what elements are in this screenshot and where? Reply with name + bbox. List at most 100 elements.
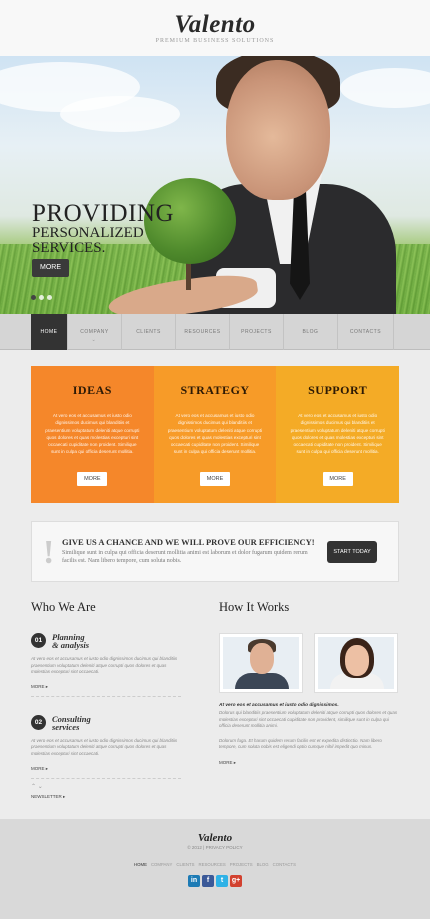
main-nav: HOME COMPANY ⌄ CLIENTS RESOURCES PROJECTS… bbox=[0, 314, 430, 350]
footer-nav-home[interactable]: HOME bbox=[134, 862, 147, 867]
nav-label: HOME bbox=[40, 329, 58, 335]
nav-label: RESOURCES bbox=[184, 329, 221, 335]
photo-man bbox=[219, 633, 303, 693]
slider-dot[interactable] bbox=[39, 295, 44, 300]
arrow-right-icon: ▸ bbox=[45, 683, 49, 689]
more-label: MORE bbox=[31, 683, 45, 689]
step-consulting: 02 Consulting services At vero eos et ac… bbox=[31, 715, 181, 779]
step-number: 01 bbox=[31, 633, 46, 648]
businessman-face bbox=[226, 60, 330, 200]
step-text: At vero eos et accusamus et iusto odio d… bbox=[31, 656, 178, 675]
step-number: 02 bbox=[31, 714, 46, 730]
divider bbox=[31, 777, 181, 779]
exclamation-icon: ! bbox=[43, 534, 55, 571]
feature-ideas: IDEAS At vero eos et accusamus et iusto … bbox=[31, 366, 154, 503]
logo[interactable]: Valento bbox=[0, 0, 430, 39]
step-text: At vero eos et accusamus et iusto odio d… bbox=[31, 737, 178, 756]
more-label: MORE bbox=[31, 765, 45, 771]
slogan-line-2: PERSONALIZED bbox=[32, 225, 144, 241]
section-title: How It Works bbox=[219, 600, 290, 614]
feature-support: SUPPORT At vero eos et accusamus et iust… bbox=[276, 366, 400, 503]
how-intro: At vero eos et accusamus et iusto odio d… bbox=[219, 703, 339, 708]
step-title-line: & analysis bbox=[52, 640, 90, 650]
newsletter-link[interactable]: NEWSLETTER ▸ bbox=[31, 794, 181, 800]
nav-label: BLOG bbox=[302, 329, 319, 335]
feature-more-button[interactable]: MORE bbox=[322, 472, 353, 486]
step-more-link[interactable]: MORE ▸ bbox=[31, 766, 181, 772]
arrow-right-icon: ▸ bbox=[233, 759, 237, 765]
who-we-are-section: Who We Are 01 Planning & analysis At ver… bbox=[31, 600, 181, 800]
footer-nav-blog[interactable]: BLOG bbox=[257, 862, 269, 867]
newsletter-label: NEWSLETTER bbox=[31, 793, 62, 799]
feature-more-button[interactable]: MORE bbox=[200, 472, 230, 486]
linkedin-icon[interactable]: in bbox=[188, 875, 200, 887]
hero-more-button[interactable]: MORE bbox=[32, 259, 69, 277]
slider-pagination bbox=[31, 295, 52, 300]
how-text: Dolorus qui blanditiis praesentium volup… bbox=[219, 710, 398, 729]
feature-boxes: IDEAS At vero eos et accusamus et iusto … bbox=[31, 366, 400, 503]
how-more-link[interactable]: MORE ▸ bbox=[219, 760, 399, 766]
divider bbox=[31, 695, 181, 697]
nav-label: PROJECTS bbox=[241, 329, 272, 335]
footer-nav-resources[interactable]: RESOURCES bbox=[199, 862, 226, 867]
feature-title: IDEAS bbox=[72, 383, 112, 397]
feature-text: At vero eos et accusamus et iusto odio d… bbox=[290, 413, 385, 455]
how-text: Dolorum fuga. Et harum quidem rerum faci… bbox=[219, 737, 382, 750]
feature-strategy: STRATEGY At vero eos et accusamus et ius… bbox=[153, 366, 277, 503]
footer-nav-company[interactable]: COMPANY bbox=[151, 862, 172, 867]
footer-nav-contacts[interactable]: CONTACTS bbox=[273, 862, 296, 867]
section-title: Who We Are bbox=[31, 600, 96, 614]
person-body bbox=[235, 673, 289, 689]
slogan-line-1: PROVIDING bbox=[32, 200, 174, 227]
chevron-down-icon: ⌄ bbox=[91, 337, 97, 343]
person-face bbox=[345, 645, 369, 676]
nav-item-resources[interactable]: RESOURCES bbox=[176, 314, 230, 350]
google-plus-icon[interactable]: g+ bbox=[230, 875, 242, 887]
nav-item-blog[interactable]: BLOG bbox=[284, 314, 338, 350]
footer-nav-clients[interactable]: CLIENTS bbox=[176, 862, 194, 867]
footer-logo[interactable]: Valento bbox=[0, 832, 430, 844]
cloud-shape bbox=[340, 68, 430, 108]
arrow-right-icon: ▸ bbox=[63, 793, 66, 799]
banner-text: Similique sunt in culpa qui officia dese… bbox=[62, 550, 308, 564]
slogan-line-3: SERVICES. bbox=[32, 240, 106, 256]
tagline: PREMIUM BUSINESS SOLUTIONS bbox=[155, 38, 275, 44]
more-label: MORE bbox=[219, 759, 233, 765]
nav-item-home[interactable]: HOME bbox=[31, 314, 68, 350]
banner-title: GIVE US A CHANCE AND WE WILL PROVE OUR E… bbox=[62, 537, 315, 547]
nav-item-company[interactable]: COMPANY ⌄ bbox=[68, 314, 122, 350]
step-planning: 01 Planning & analysis At vero eos et ac… bbox=[31, 633, 181, 697]
site-footer: Valento © 2012 | PRIVACY POLICY HOME COM… bbox=[0, 819, 430, 919]
feature-more-button[interactable]: MORE bbox=[77, 472, 108, 486]
hero-slider: PROVIDING PERSONALIZED SERVICES. MORE bbox=[0, 56, 430, 314]
chevron-arrows-icon[interactable]: ⌃ ⌄ bbox=[31, 784, 181, 790]
efficiency-banner: ! GIVE US A CHANCE AND WE WILL PROVE OUR… bbox=[31, 521, 399, 582]
step-title-line: services bbox=[52, 721, 80, 732]
facebook-icon[interactable]: f bbox=[202, 875, 214, 887]
slider-dot[interactable] bbox=[47, 295, 52, 300]
start-today-button[interactable]: START TODAY bbox=[327, 541, 377, 563]
nav-item-contacts[interactable]: CONTACTS bbox=[338, 314, 394, 350]
slider-dot[interactable] bbox=[31, 295, 36, 300]
feature-text: At vero eos et accusamus et iusto odio d… bbox=[45, 413, 140, 455]
photo-woman bbox=[314, 633, 398, 693]
feature-text: At vero eos et accusamus et iusto odio d… bbox=[167, 413, 263, 455]
step-title: Planning & analysis bbox=[52, 633, 181, 650]
twitter-icon[interactable]: t bbox=[216, 875, 228, 887]
person-face bbox=[250, 643, 274, 674]
copyright[interactable]: © 2012 | PRIVACY POLICY bbox=[0, 845, 430, 850]
cloud-shape bbox=[60, 96, 180, 132]
arrow-right-icon: ▸ bbox=[45, 765, 49, 771]
nav-item-clients[interactable]: CLIENTS bbox=[122, 314, 176, 350]
step-more-link[interactable]: MORE ▸ bbox=[31, 684, 181, 690]
social-links: in f t g+ bbox=[0, 875, 430, 887]
nav-item-projects[interactable]: PROJECTS bbox=[230, 314, 284, 350]
hero-slogan: PROVIDING PERSONALIZED SERVICES. bbox=[32, 201, 174, 256]
nav-label: COMPANY bbox=[80, 329, 109, 335]
how-it-works-section: How It Works At vero eos et accusamus et… bbox=[219, 600, 399, 766]
site-header: Valento PREMIUM BUSINESS SOLUTIONS bbox=[0, 0, 430, 56]
footer-nav: HOME COMPANY CLIENTS RESOURCES PROJECTS … bbox=[0, 862, 430, 867]
footer-nav-projects[interactable]: PROJECTS bbox=[230, 862, 253, 867]
photo-background bbox=[223, 637, 299, 689]
nav-label: CONTACTS bbox=[349, 329, 382, 335]
